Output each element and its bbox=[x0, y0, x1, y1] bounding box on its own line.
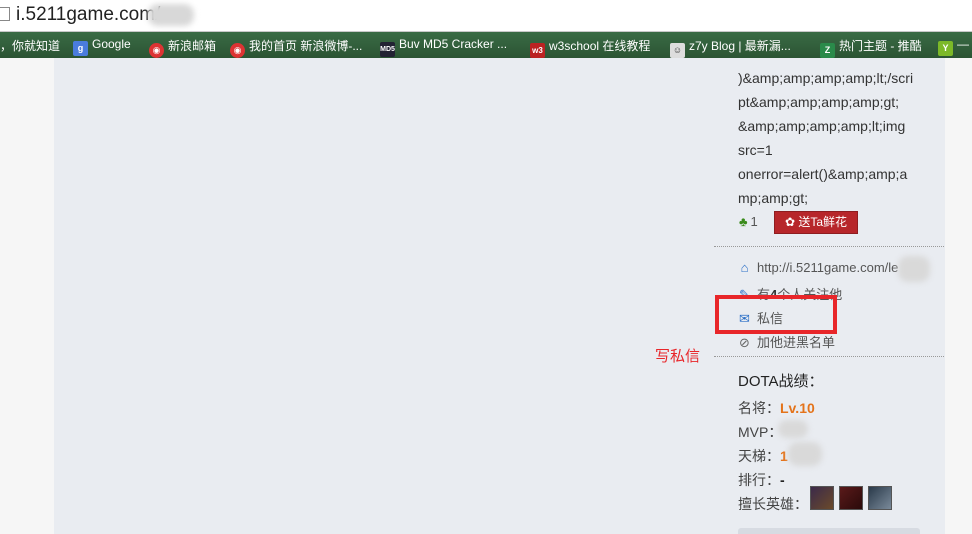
address-bar[interactable]: i.5211game.com/ bbox=[0, 0, 972, 32]
bookmark-label: Buv MD5 Cracker ... bbox=[399, 37, 508, 51]
annotation-label: 写私信 bbox=[655, 348, 701, 365]
rank-row: 名将：Lv.10 bbox=[738, 398, 815, 418]
redacted-url-blur bbox=[148, 4, 194, 26]
ladder-label: 天梯： bbox=[738, 448, 780, 464]
bookmark-w3school[interactable]: w3 w3school 在线教程 bbox=[530, 37, 650, 58]
hero-avatar-1[interactable] bbox=[810, 486, 834, 510]
weibo-icon: ◉ bbox=[149, 43, 164, 58]
bookmark-google[interactable]: g Google bbox=[73, 37, 131, 56]
blacklist-label: 加他进黑名单 bbox=[757, 335, 836, 350]
bookmark-label: — bbox=[957, 37, 969, 51]
bookmarks-bar: ，你就知道 g Google ◉ 新浪邮箱 ◉ 我的首页 新浪微博-... MD5 Bu… bbox=[0, 32, 972, 58]
redacted-blur bbox=[788, 442, 822, 466]
google-icon: g bbox=[73, 41, 88, 56]
bookmark-tuicool[interactable]: Z 热门主题 - 推酷 bbox=[820, 37, 922, 58]
ladder-row: 天梯：1 bbox=[738, 446, 788, 466]
rank-label: 名将： bbox=[738, 400, 780, 416]
position-value: - bbox=[780, 472, 785, 488]
redacted-blur bbox=[778, 420, 808, 438]
flower-icon: ✿ bbox=[784, 215, 796, 229]
home-icon: ⌂ bbox=[740, 260, 749, 275]
rank-value: Lv.10 bbox=[780, 400, 815, 416]
ladder-value: 1 bbox=[780, 448, 788, 464]
homepage-url[interactable]: http://i.5211game.com/le bbox=[757, 260, 898, 275]
bookmark-sina-mail[interactable]: ◉ 新浪邮箱 bbox=[149, 37, 216, 58]
z7y-icon: ☺ bbox=[670, 43, 685, 58]
weibo-icon: ◉ bbox=[230, 43, 245, 58]
bottom-section-edge bbox=[738, 528, 920, 534]
code-line: &amp;amp;amp;amp;lt;img bbox=[738, 118, 906, 134]
page-icon bbox=[0, 7, 10, 21]
like-counter[interactable]: ♣ 1 bbox=[739, 214, 758, 229]
divider bbox=[714, 356, 944, 357]
sprout-icon: ♣ bbox=[739, 214, 748, 229]
bookmark-md5-cracker[interactable]: MD5 Buv MD5 Cracker ... bbox=[380, 37, 507, 57]
heroes-row: 擅长英雄： bbox=[738, 494, 808, 514]
bookmark-label: w3school 在线教程 bbox=[549, 39, 651, 53]
like-count: 1 bbox=[750, 214, 758, 229]
tuicool-icon: Z bbox=[820, 43, 835, 58]
blacklist-link[interactable]: ⊘ 加他进黑名单 bbox=[738, 332, 835, 351]
code-line: pt&amp;amp;amp;amp;gt; bbox=[738, 94, 900, 110]
page-content: )&amp;amp;amp;amp;lt;/scri pt&amp;amp;am… bbox=[0, 58, 972, 534]
bookmark-label: 热门主题 - 推酷 bbox=[839, 39, 922, 53]
send-flower-button[interactable]: ✿ 送Ta鲜花 bbox=[774, 211, 858, 234]
y-icon: Y bbox=[938, 41, 953, 56]
homepage-link[interactable]: ⌂ http://i.5211game.com/le bbox=[738, 260, 899, 275]
annotation-highlight-box bbox=[715, 295, 837, 334]
code-line: onerror=alert()&amp;amp;a bbox=[738, 166, 908, 182]
position-label: 排行： bbox=[738, 472, 780, 488]
heroes-label: 擅长英雄： bbox=[738, 496, 808, 512]
code-line: )&amp;amp;amp;amp;lt;/scri bbox=[738, 70, 914, 86]
hero-avatar-2[interactable] bbox=[839, 486, 863, 510]
bookmark-label: Google bbox=[92, 37, 131, 51]
md5-icon: MD5 bbox=[380, 42, 395, 57]
block-icon: ⊘ bbox=[739, 335, 750, 350]
bookmark-weibo-home[interactable]: ◉ 我的首页 新浪微博-... bbox=[230, 37, 362, 58]
post-code-text: )&amp;amp;amp;amp;lt;/scri pt&amp;amp;am… bbox=[738, 66, 938, 210]
send-flower-label: 送Ta鲜花 bbox=[798, 215, 848, 229]
mvp-row: MVP： bbox=[738, 422, 782, 442]
bookmark-label: 新浪邮箱 bbox=[168, 39, 217, 53]
position-row: 排行：- bbox=[738, 470, 785, 490]
dota-stats-title: DOTA战绩： bbox=[738, 373, 824, 390]
bookmark-z7y-blog[interactable]: ☺ z7y Blog | 最新漏... bbox=[670, 37, 791, 58]
bookmark-label: 我的首页 新浪微博-... bbox=[249, 39, 363, 53]
code-line: src=1 bbox=[738, 142, 773, 158]
url-text[interactable]: i.5211game.com/ bbox=[16, 4, 160, 26]
redacted-blur bbox=[898, 256, 930, 282]
w3-icon: w3 bbox=[530, 43, 545, 58]
mvp-label: MVP： bbox=[738, 424, 783, 440]
bookmark-y[interactable]: Y — bbox=[938, 37, 969, 56]
bookmark-label: z7y Blog | 最新漏... bbox=[689, 39, 791, 53]
divider bbox=[714, 246, 944, 247]
hero-avatar-3[interactable] bbox=[868, 486, 892, 510]
bookmark-label: ，你就知道 bbox=[0, 39, 61, 53]
code-line: mp;amp;gt; bbox=[738, 190, 809, 206]
bookmark-baidu[interactable]: ，你就知道 bbox=[0, 37, 60, 54]
